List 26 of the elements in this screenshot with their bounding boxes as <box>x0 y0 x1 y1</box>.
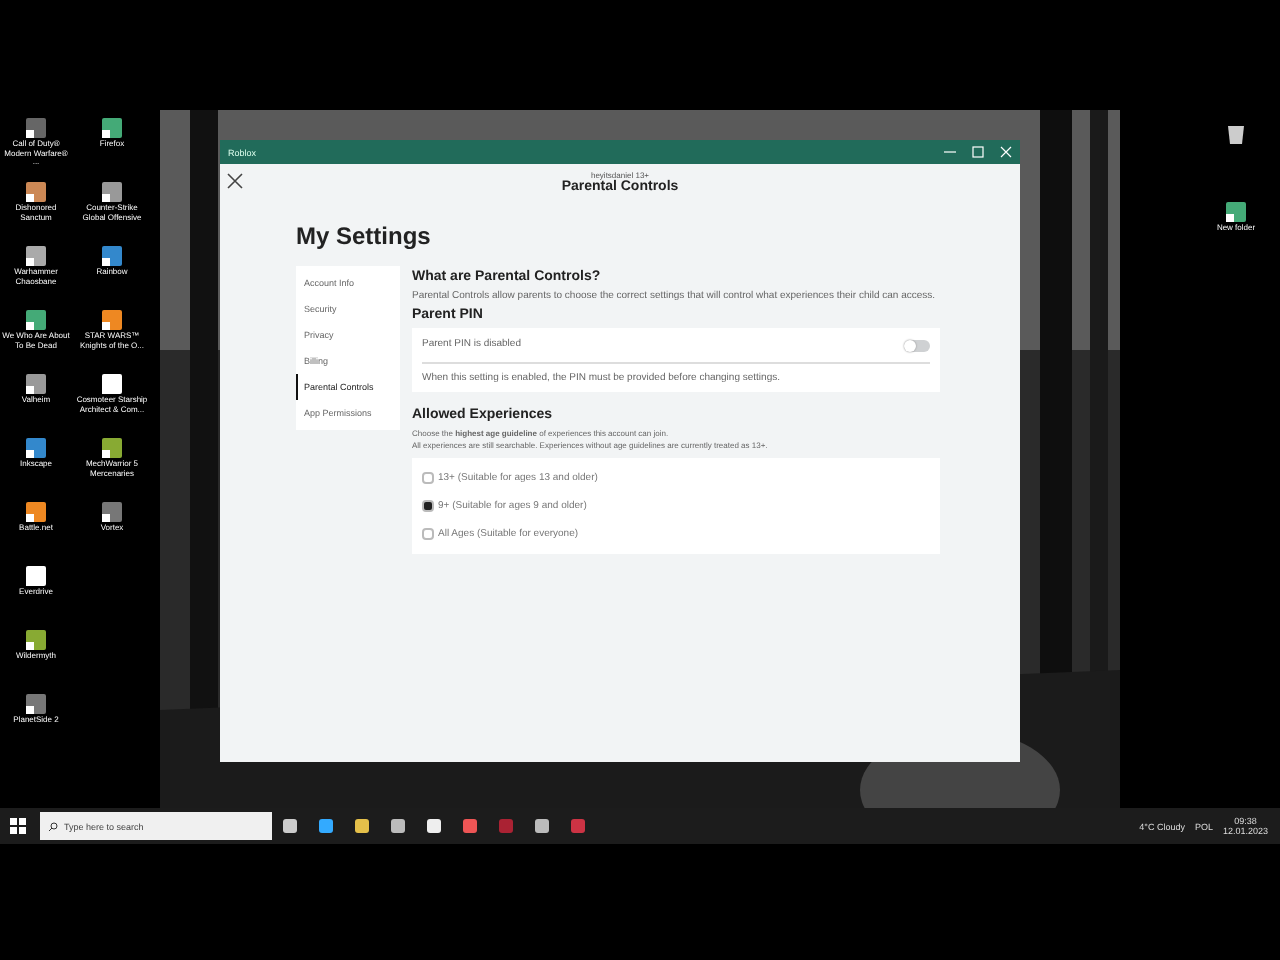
app-icon[interactable] <box>24 180 48 204</box>
app-icon[interactable] <box>100 244 124 268</box>
app-icon[interactable] <box>24 308 48 332</box>
app-icon[interactable] <box>100 308 124 332</box>
app-icon[interactable] <box>100 436 124 460</box>
app-icon[interactable] <box>24 244 48 268</box>
app-icon[interactable] <box>24 628 48 652</box>
settings-heading: My Settings <box>296 222 433 250</box>
app-icon[interactable] <box>24 436 48 460</box>
trash-icon[interactable] <box>1226 122 1246 146</box>
radio-button[interactable] <box>422 472 434 484</box>
app-icon[interactable] <box>24 692 48 716</box>
app-icon[interactable] <box>100 500 124 524</box>
app-icon[interactable] <box>100 180 124 204</box>
app-icon[interactable] <box>1224 200 1248 224</box>
pin-toggle[interactable] <box>904 339 930 351</box>
app-icon[interactable] <box>24 500 48 524</box>
app-icon[interactable] <box>24 372 48 396</box>
app-icon[interactable] <box>100 116 124 140</box>
search-icon <box>48 821 58 831</box>
radio-button[interactable] <box>422 528 434 540</box>
app-icon[interactable] <box>24 564 48 588</box>
close-button[interactable] <box>226 172 244 190</box>
radio-button[interactable] <box>422 500 434 512</box>
app-icon[interactable] <box>24 116 48 140</box>
app-icon[interactable] <box>100 372 124 396</box>
